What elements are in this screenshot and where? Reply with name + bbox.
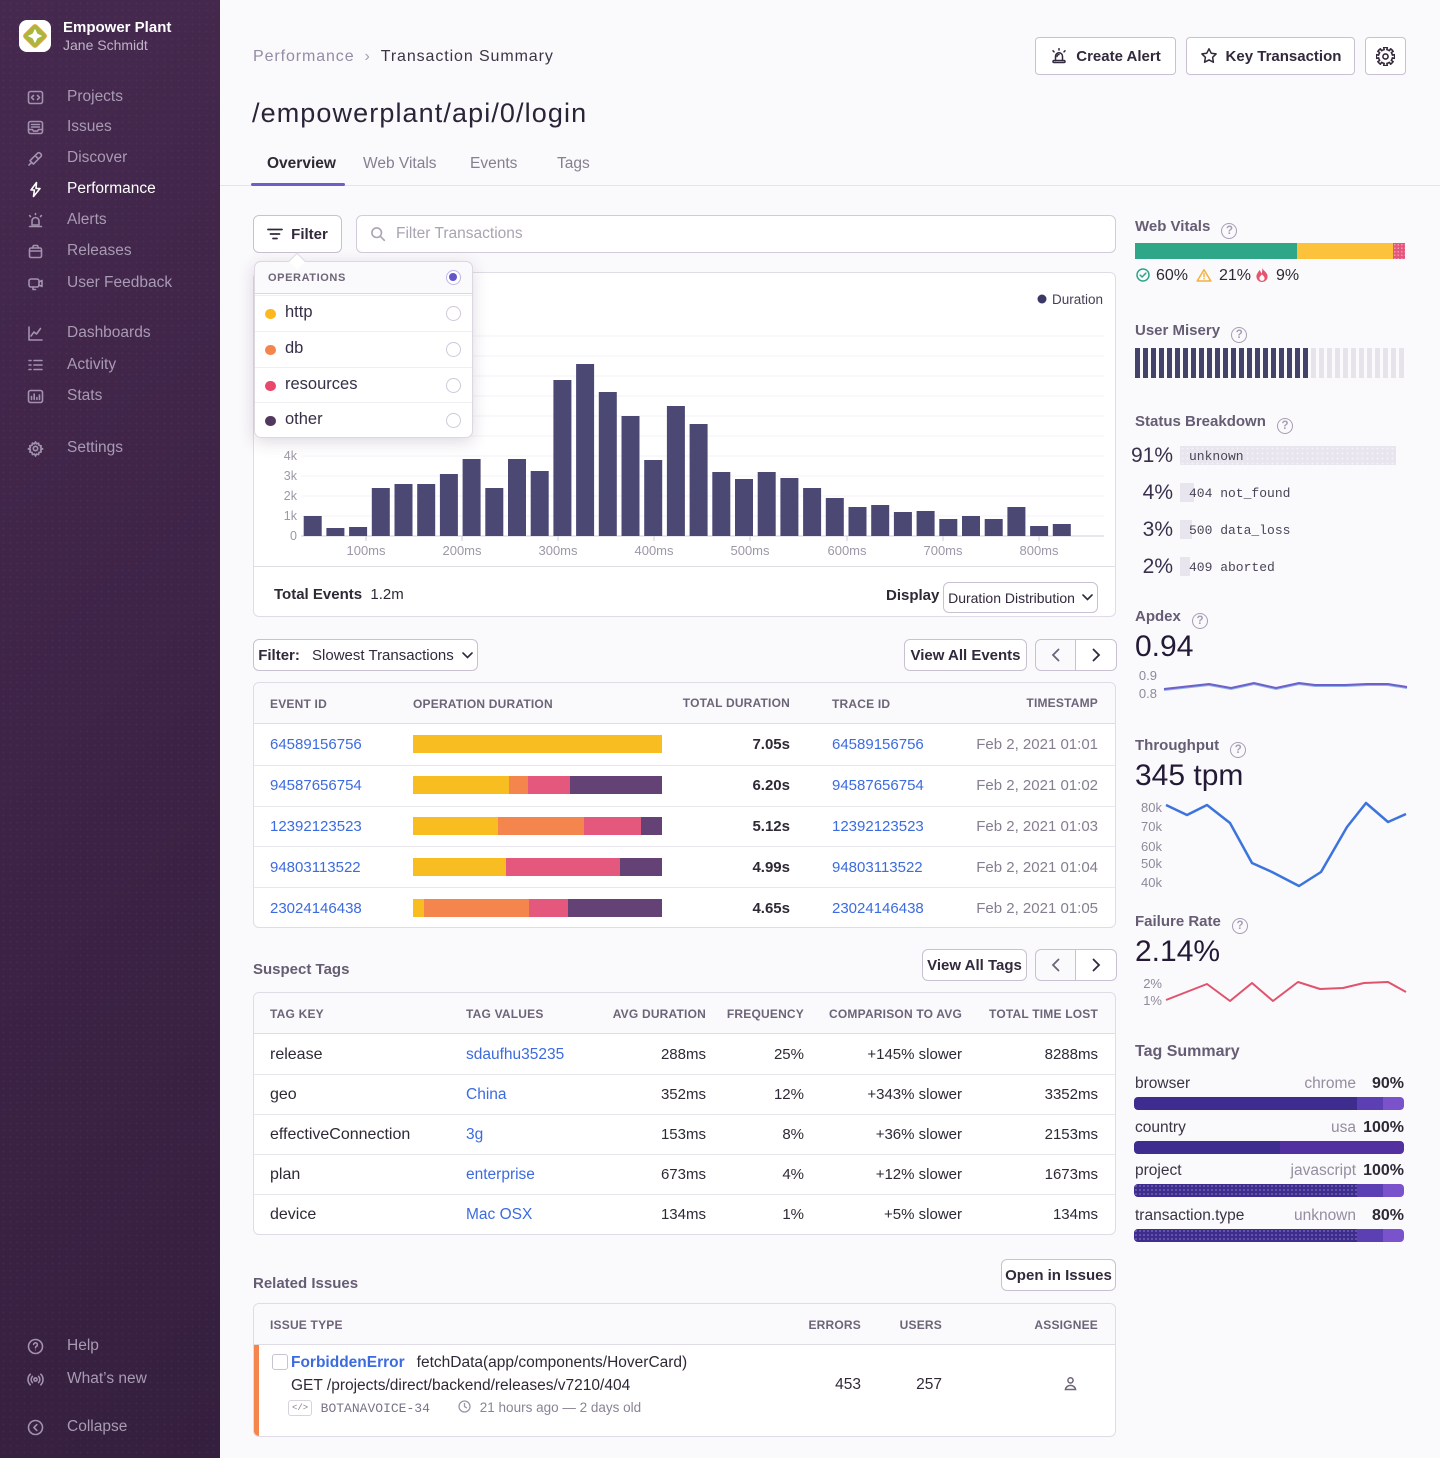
svg-text:80k: 80k xyxy=(1141,800,1162,815)
svg-text:0: 0 xyxy=(290,529,297,543)
svg-text:2k: 2k xyxy=(284,489,298,503)
svg-text:50k: 50k xyxy=(1141,856,1162,871)
svg-text:2%: 2% xyxy=(1143,976,1162,991)
svg-text:4k: 4k xyxy=(284,449,298,463)
svg-text:0.8: 0.8 xyxy=(1139,686,1157,701)
svg-text:3k: 3k xyxy=(284,469,298,483)
svg-text:400ms: 400ms xyxy=(634,543,674,558)
svg-text:1k: 1k xyxy=(284,509,298,523)
svg-text:100ms: 100ms xyxy=(346,543,386,558)
svg-text:600ms: 600ms xyxy=(827,543,867,558)
svg-text:200ms: 200ms xyxy=(442,543,482,558)
svg-text:700ms: 700ms xyxy=(923,543,963,558)
svg-text:1%: 1% xyxy=(1143,993,1162,1008)
svg-text:40k: 40k xyxy=(1141,875,1162,890)
svg-text:300ms: 300ms xyxy=(538,543,578,558)
svg-text:60k: 60k xyxy=(1141,839,1162,854)
svg-text:Duration: Duration xyxy=(1052,292,1103,307)
svg-text:0.9: 0.9 xyxy=(1139,668,1157,683)
svg-text:70k: 70k xyxy=(1141,819,1162,834)
svg-text:800ms: 800ms xyxy=(1019,543,1059,558)
svg-text:500ms: 500ms xyxy=(730,543,770,558)
